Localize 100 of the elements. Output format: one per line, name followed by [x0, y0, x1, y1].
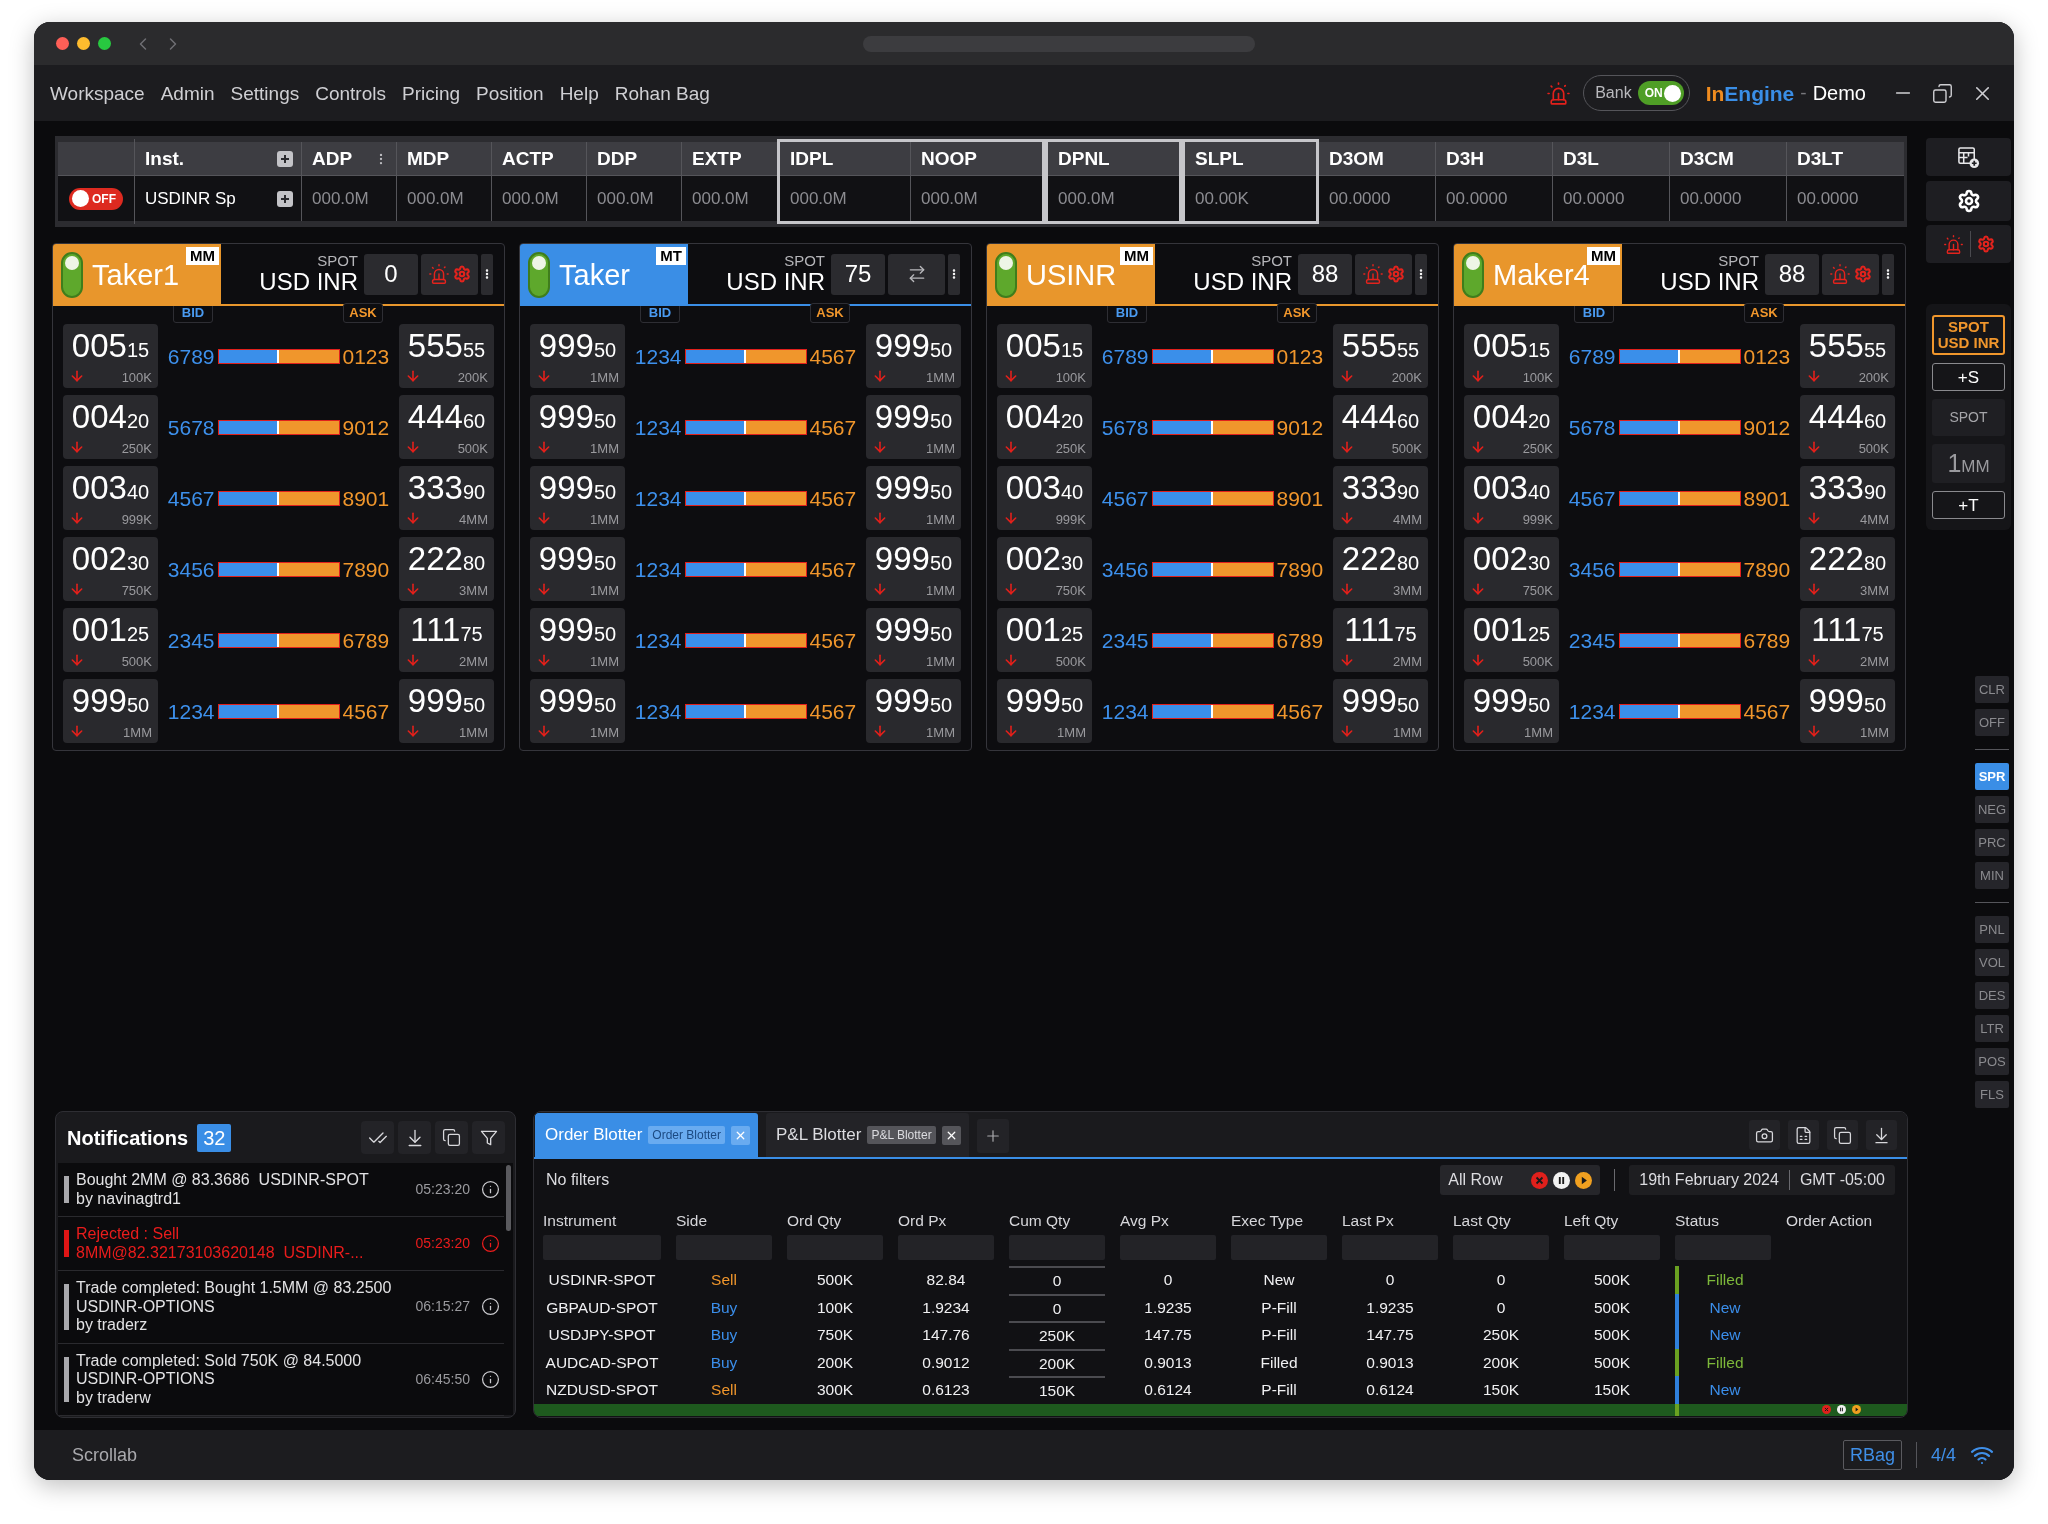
status-toggle[interactable] [528, 252, 550, 298]
bid-quote-card[interactable]: 99950 1MM [997, 679, 1092, 743]
bid-quote-card[interactable]: 00125 500K [997, 608, 1092, 672]
more-button[interactable] [481, 253, 493, 295]
side-tab[interactable]: CLR [1975, 676, 2009, 703]
ask-quote-card[interactable]: 11175 2MM [1333, 608, 1428, 672]
siren-icon[interactable] [1829, 263, 1851, 285]
tab-close-button[interactable] [941, 1125, 961, 1145]
ask-quote-card[interactable]: 33390 4MM [399, 466, 494, 530]
bid-quote-card[interactable]: 99950 1MM [530, 395, 625, 459]
table-row[interactable]: USDJPY-SPOT Buy 750K 147.76 250K 147.75 P-Fill 147.75 250K 500K New [534, 1321, 1907, 1349]
cancel-icon[interactable] [1531, 1171, 1549, 1189]
quantity-field[interactable]: 0 [364, 253, 418, 295]
bid-quote-card[interactable]: 99950 1MM [530, 466, 625, 530]
status-toggle[interactable] [61, 252, 83, 298]
bid-quote-card[interactable]: 99950 1MM [530, 324, 625, 388]
restore-icon[interactable] [1932, 82, 1953, 104]
more-button[interactable] [1415, 253, 1427, 295]
ask-quote-card[interactable]: 99950 1MM [866, 395, 961, 459]
scrollbar-thumb[interactable] [506, 1165, 511, 1231]
column-header[interactable]: Last Qty [1453, 1209, 1549, 1233]
bid-quote-card[interactable]: 00340 999K [63, 466, 158, 530]
ask-quote-card[interactable]: 55555 200K [399, 324, 494, 388]
table-cell[interactable]: 0 [1009, 1266, 1105, 1294]
copy-button[interactable] [435, 1121, 468, 1154]
column-header[interactable]: Exec Type [1231, 1209, 1327, 1233]
side-tab[interactable]: PNL [1975, 916, 2009, 943]
column-header[interactable]: Instrument [543, 1209, 661, 1233]
settings-button[interactable] [1926, 181, 2011, 221]
ask-quote-card[interactable]: 99950 1MM [866, 324, 961, 388]
cancel-icon[interactable] [1821, 1405, 1831, 1415]
ask-quote-card[interactable]: 11175 2MM [1800, 608, 1895, 672]
side-tab[interactable]: POS [1975, 1048, 2009, 1075]
side-tab[interactable]: LTR [1975, 1015, 2009, 1042]
ask-quote-card[interactable]: 55555 200K [1333, 324, 1428, 388]
add-tenor-button[interactable]: +T [1932, 491, 2005, 519]
filter-button[interactable] [472, 1121, 505, 1154]
blotter-tab[interactable]: Order Blotter Order Blotter [535, 1113, 758, 1157]
menu-item[interactable]: Pricing [401, 83, 461, 103]
instrument-selector[interactable]: SPOT USD INR [1932, 315, 2005, 355]
column-header[interactable]: Ord Qty [787, 1209, 883, 1233]
side-tab[interactable]: NEG [1975, 796, 2009, 823]
more-button[interactable] [1882, 253, 1894, 295]
siren-icon[interactable] [1546, 80, 1572, 106]
ask-quote-card[interactable]: 22280 3MM [399, 537, 494, 601]
bid-quote-card[interactable]: 00230 750K [1464, 537, 1559, 601]
plus-square-icon[interactable] [277, 150, 293, 167]
play-icon[interactable] [1575, 1171, 1593, 1189]
siren-icon[interactable] [1362, 263, 1384, 285]
side-tab[interactable]: MIN [1975, 862, 2009, 889]
ask-quote-card[interactable]: 55555 200K [1800, 324, 1895, 388]
column-header[interactable]: Ord Px [898, 1209, 994, 1233]
side-tab[interactable]: PRC [1975, 829, 2009, 856]
settings-icon[interactable] [1387, 265, 1405, 283]
bid-quote-card[interactable]: 99950 1MM [1464, 679, 1559, 743]
user-badge[interactable]: RBag [1842, 1440, 1902, 1470]
market-button[interactable]: SPOT [1932, 399, 2005, 436]
ask-quote-card[interactable]: 99950 1MM [866, 679, 961, 743]
bid-quote-card[interactable]: 00230 750K [997, 537, 1092, 601]
side-tab[interactable]: DES [1975, 982, 2009, 1009]
export-button[interactable] [1788, 1120, 1819, 1150]
column-header[interactable]: Side [676, 1209, 772, 1233]
menu-item[interactable]: Position [476, 83, 544, 103]
settings-icon[interactable] [453, 265, 471, 283]
column-header[interactable]: Status [1675, 1209, 1771, 1233]
screenshot-button[interactable] [1749, 1120, 1780, 1150]
add-spot-button[interactable]: +S [1932, 363, 2005, 391]
ask-quote-card[interactable]: 99950 1MM [399, 679, 494, 743]
status-toggle[interactable] [1462, 252, 1484, 298]
ask-quote-card[interactable]: 11175 2MM [399, 608, 494, 672]
add-table-button[interactable] [1926, 138, 2011, 176]
plus-square-icon[interactable] [277, 190, 293, 207]
ask-quote-card[interactable]: 44460 500K [1333, 395, 1428, 459]
bid-quote-card[interactable]: 00340 999K [1464, 466, 1559, 530]
play-icon[interactable] [1851, 1405, 1861, 1415]
bid-quote-card[interactable]: 00515 100K [63, 324, 158, 388]
ask-quote-card[interactable]: 99950 1MM [1800, 679, 1895, 743]
column-header[interactable]: Left Qty [1564, 1209, 1660, 1233]
info-icon[interactable] [481, 1297, 500, 1317]
side-tab[interactable]: FLS [1975, 1081, 2009, 1108]
pause-icon[interactable] [1836, 1405, 1846, 1415]
quantity-field[interactable]: 88 [1298, 253, 1352, 295]
column-header[interactable]: Order Action [1786, 1209, 1896, 1233]
ask-quote-card[interactable]: 22280 3MM [1333, 537, 1428, 601]
side-tab[interactable]: OFF [1975, 709, 2009, 736]
menu-item[interactable]: Admin [160, 83, 215, 103]
quantity-field[interactable]: 88 [1765, 253, 1819, 295]
add-tab-button[interactable] [976, 1119, 1009, 1153]
table-cell[interactable]: 200K [1009, 1348, 1105, 1377]
ask-quote-card[interactable]: 99950 1MM [866, 537, 961, 601]
info-icon[interactable] [481, 1369, 500, 1389]
table-row[interactable]: USDINR-SPOT Sell 500K 82.84 0 0 New 0 0 500K Filled [534, 1266, 1907, 1294]
download-button[interactable] [1866, 1120, 1897, 1150]
bid-quote-card[interactable]: 00125 500K [63, 608, 158, 672]
ask-quote-card[interactable]: 44460 500K [399, 395, 494, 459]
more-button[interactable] [948, 253, 960, 295]
ask-quote-card[interactable]: 33390 4MM [1800, 466, 1895, 530]
side-tab[interactable]: VOL [1975, 949, 2009, 976]
status-toggle[interactable] [995, 252, 1017, 298]
ask-quote-card[interactable]: 99950 1MM [866, 466, 961, 530]
